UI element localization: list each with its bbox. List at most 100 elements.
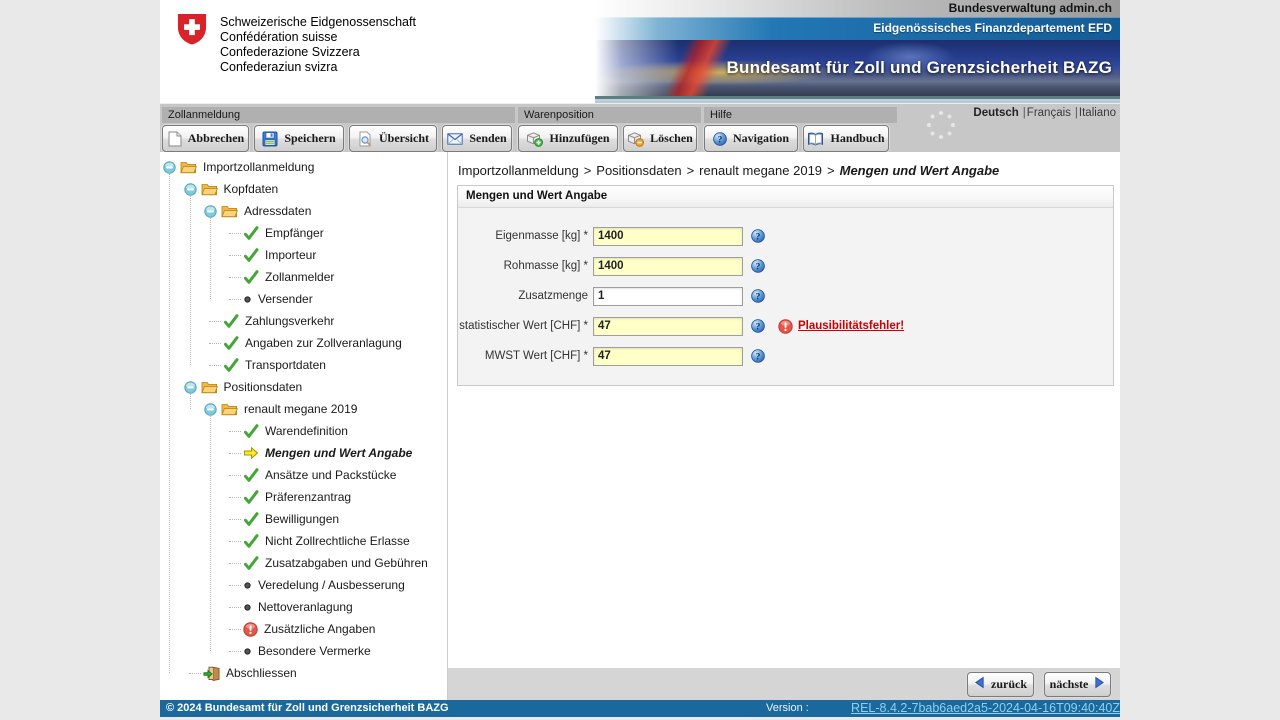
folder-icon: [201, 380, 218, 394]
button-label: Löschen: [650, 131, 693, 146]
check-icon: [243, 534, 259, 548]
tree-item-importzollanmeldung[interactable]: Importzollanmeldung: [160, 156, 447, 178]
tree-item-abschliessen[interactable]: Abschliessen: [160, 662, 447, 684]
handbuch-button[interactable]: Handbuch: [803, 125, 889, 152]
eigenmasse-kg-input[interactable]: [593, 227, 743, 246]
language-link-fran-ais[interactable]: Français: [1027, 107, 1071, 119]
check-icon: [243, 248, 259, 262]
tree-item-nicht-zollrechtliche-erlasse[interactable]: Nicht Zollrechtliche Erlasse: [160, 530, 447, 552]
tree-item-positionsdaten[interactable]: Positionsdaten: [160, 376, 447, 398]
tree-item-label: Ansätze und Packstücke: [263, 468, 396, 482]
tree-item-adressdaten[interactable]: Adressdaten: [160, 200, 447, 222]
rohmasse-kg-input[interactable]: [593, 257, 743, 276]
button-label: Senden: [469, 131, 506, 146]
tree-item-veredelung-ausbesserung[interactable]: Veredelung / Ausbesserung: [160, 574, 447, 596]
form-row-rohmasse-kg: Rohmasse [kg] *?: [458, 251, 1113, 281]
tree-item-empf-nger[interactable]: Empfänger: [160, 222, 447, 244]
toggle-minus-icon[interactable]: [204, 205, 217, 218]
help-icon[interactable]: ?: [751, 319, 765, 333]
tree-item-label: Zusatzabgaben und Gebühren: [263, 556, 428, 570]
toggle-minus-icon[interactable]: [184, 381, 197, 394]
tree-item-zusatzabgaben-und-geb-hren[interactable]: Zusatzabgaben und Gebühren: [160, 552, 447, 574]
button-label: Navigation: [733, 131, 789, 146]
tree-item-label: Nettoveranlagung: [256, 600, 353, 614]
check-icon: [243, 490, 259, 504]
speichern-button[interactable]: Speichern: [254, 125, 344, 152]
tree-item-zus-tzliche-angaben[interactable]: Zusätzliche Angaben: [160, 618, 447, 640]
zusatzmenge-input[interactable]: [593, 287, 743, 306]
back-button[interactable]: zurück: [967, 672, 1034, 697]
tree-item-label: Adressdaten: [242, 204, 311, 218]
tree-item-label: Transportdaten: [243, 358, 326, 372]
folder-icon: [201, 182, 218, 196]
tree-item-kopfdaten[interactable]: Kopfdaten: [160, 178, 447, 200]
folder-icon: [180, 160, 197, 174]
toolbar-group-buttons: Abbrechen Speichern Übersicht Senden: [162, 125, 512, 152]
tree-item-besondere-vermerke[interactable]: Besondere Vermerke: [160, 640, 447, 662]
help-icon[interactable]: ?: [751, 229, 765, 243]
tree-item-label: Bewilligungen: [263, 512, 339, 526]
toolbar-group-buttons: ? Navigation Handbuch: [704, 125, 889, 152]
content-area: Importzollanmeldung Kopfdaten Adressdaten E…: [160, 152, 1120, 700]
help-icon[interactable]: ?: [751, 349, 765, 363]
tree-item-pr-ferenzantrag[interactable]: Präferenzantrag: [160, 486, 447, 508]
language-separator: |: [1075, 107, 1078, 119]
toggle-minus-icon[interactable]: [163, 161, 176, 174]
check-icon: [243, 424, 259, 438]
tree-item-label: Besondere Vermerke: [256, 644, 371, 658]
field-label: MWST Wert [CHF] *: [458, 350, 588, 362]
edec-application-window: Schweizerische Eidgenossenschaft Confédé…: [160, 0, 1120, 717]
tree-item-label: Zusätzliche Angaben: [262, 622, 375, 636]
plausibility-error-link[interactable]: Plausibilitätsfehler!: [798, 320, 904, 332]
language-link-italiano[interactable]: Italiano: [1079, 107, 1116, 119]
toggle-minus-icon[interactable]: [204, 403, 217, 416]
logo-line: Confédération suisse: [220, 30, 416, 45]
tree-item-label: Zollanmelder: [263, 270, 334, 284]
breadcrumb-segment: Positionsdaten: [596, 163, 681, 178]
tree-item-ans-tze-und-packst-cke[interactable]: Ansätze und Packstücke: [160, 464, 447, 486]
help-icon[interactable]: ?: [751, 259, 765, 273]
version-link[interactable]: REL-8.4.2-7bab6aed2a5-2024-04-16T09:40:4…: [851, 700, 1120, 717]
tree-item-versender[interactable]: Versender: [160, 288, 447, 310]
hinzufuegen-button[interactable]: Hinzufügen: [518, 125, 618, 152]
breadcrumb-segment: renault megane 2019: [699, 163, 822, 178]
tree-item-angaben-zur-zollveranlagung[interactable]: Angaben zur Zollveranlagung: [160, 332, 447, 354]
tree-item-mengen-und-wert-angabe[interactable]: Mengen und Wert Angabe: [160, 442, 447, 464]
uebersicht-button[interactable]: Übersicht: [349, 125, 437, 152]
navigation-button[interactable]: ? Navigation: [704, 125, 798, 152]
tree-item-transportdaten[interactable]: Transportdaten: [160, 354, 447, 376]
toggle-minus-icon[interactable]: [184, 183, 197, 196]
tree-item-label: Kopfdaten: [222, 182, 279, 196]
form-row-zusatzmenge: Zusatzmenge?: [458, 281, 1113, 311]
logo-wordmark: Schweizerische Eidgenossenschaft Confédé…: [220, 13, 416, 75]
tree-item-renault-megane-2019[interactable]: renault megane 2019: [160, 398, 447, 420]
form-panel-title: Mengen und Wert Angabe: [458, 186, 1113, 208]
svg-text:?: ?: [756, 262, 761, 272]
tree-item-zahlungsverkehr[interactable]: Zahlungsverkehr: [160, 310, 447, 332]
abbrechen-button[interactable]: Abbrechen: [162, 125, 249, 152]
svg-text:?: ?: [718, 135, 723, 145]
next-button-label: nächste: [1050, 677, 1089, 692]
statistischer-wert-chf-input[interactable]: [593, 317, 743, 336]
tree-item-importeur[interactable]: Importeur: [160, 244, 447, 266]
department-bar: Eidgenössisches Finanzdepartement EFD: [595, 17, 1120, 40]
help-icon[interactable]: ?: [751, 289, 765, 303]
breadcrumb-current: Mengen und Wert Angabe: [840, 163, 1000, 178]
tree-item-label: Zahlungsverkehr: [243, 314, 334, 328]
tree-item-label: Mengen und Wert Angabe: [263, 446, 412, 460]
svg-text:?: ?: [756, 232, 761, 242]
tree-item-nettoveranlagung[interactable]: Nettoveranlagung: [160, 596, 447, 618]
tree-item-zollanmelder[interactable]: Zollanmelder: [160, 266, 447, 288]
language-switcher: Deutsch|Français|Italiano: [973, 107, 1116, 119]
language-link-deutsch[interactable]: Deutsch: [973, 107, 1018, 119]
mwst-wert-chf-input[interactable]: [593, 347, 743, 366]
next-button[interactable]: nächste: [1044, 672, 1111, 697]
button-label: Hinzufügen: [549, 131, 609, 146]
tree-item-warendefinition[interactable]: Warendefinition: [160, 420, 447, 442]
loeschen-button[interactable]: Löschen: [623, 125, 697, 152]
button-label: Speichern: [284, 131, 335, 146]
senden-button[interactable]: Senden: [442, 125, 512, 152]
blank-page-icon: [167, 131, 182, 147]
tree-item-bewilligungen[interactable]: Bewilligungen: [160, 508, 447, 530]
check-icon: [223, 358, 239, 372]
